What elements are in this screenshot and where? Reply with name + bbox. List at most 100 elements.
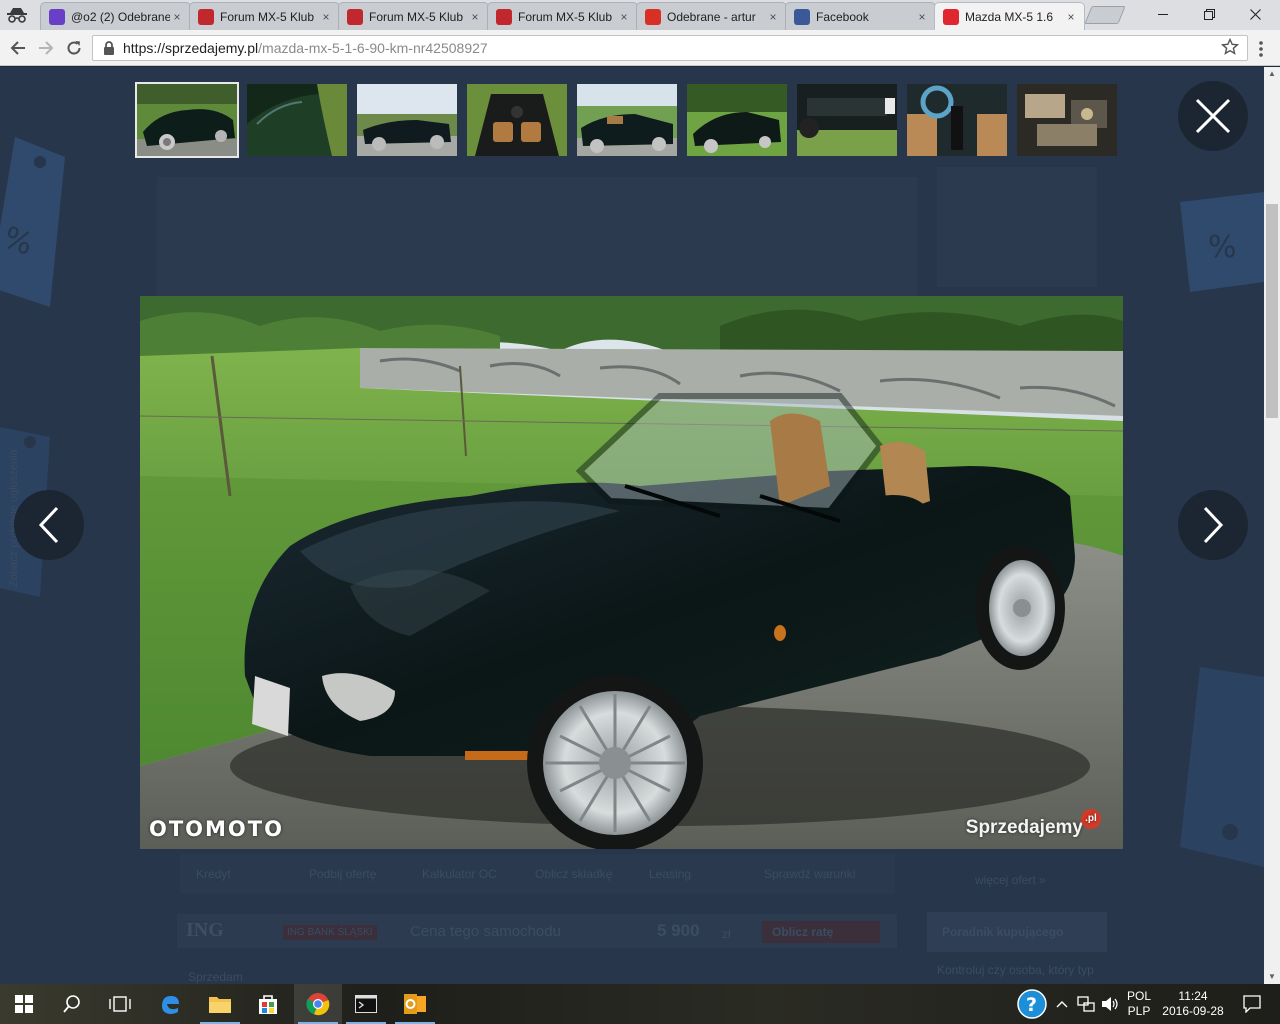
scrollbar-thumb[interactable] [1266,204,1278,418]
tab-close-icon[interactable]: × [170,10,184,24]
thumbnail-3[interactable] [357,84,457,156]
volume-tray-button[interactable] [1098,984,1122,1024]
language-code: POL [1126,989,1151,1003]
thumbnail-4[interactable] [467,84,567,156]
sprzedajemy-watermark-text: Sprzedajemy [965,817,1083,838]
help-question-icon: ? [1017,989,1047,1019]
tab-close-icon[interactable]: × [617,10,631,24]
keyboard-layout-code: PLP [1127,1004,1151,1018]
scroll-down-arrow-icon[interactable]: ▼ [1264,970,1280,984]
background-main-photo [157,177,917,297]
edge-taskbar-button[interactable] [146,984,194,1024]
tab-close-icon[interactable]: × [1064,10,1078,24]
background-tab-3: Kalkulator OC [422,867,497,881]
start-button[interactable] [0,984,48,1024]
network-tray-button[interactable] [1074,984,1098,1024]
menu-icon[interactable] [1258,40,1264,58]
task-view-icon [109,996,131,1012]
lock-icon [104,41,114,55]
file-explorer-taskbar-button[interactable] [196,984,244,1024]
chevron-right-icon [1203,506,1224,544]
bookmark-star-icon[interactable] [1221,38,1239,56]
close-lightbox-button[interactable] [1178,81,1248,151]
background-tab-2: Podbij ofertę [309,867,377,881]
clock[interactable]: 11:24 2016-09-28 [1158,989,1228,1019]
help-tray-button[interactable]: ? [1012,984,1052,1024]
background-tab-1: Kredyt [196,867,231,881]
browser-tab-6[interactable]: Facebook × [785,2,936,30]
chevron-left-icon [38,506,59,544]
previous-photo-button[interactable] [14,490,84,560]
address-bar[interactable]: https://sprzedajemy.pl/mazda-mx-5-1-6-90… [92,35,1248,61]
tray-overflow-button[interactable] [1052,984,1072,1024]
close-window-button[interactable] [1232,0,1278,28]
background-tab-5: Leasing [649,867,692,881]
svg-text:?: ? [1026,994,1037,1016]
reload-button[interactable] [62,36,86,60]
background-side-photo [937,167,1097,287]
close-icon [1195,98,1231,134]
windows-taskbar: ? POL PLP 11:24 2016-09-28 [0,984,1280,1024]
back-button[interactable] [6,36,30,60]
price-value: 5 900 [657,921,700,940]
thumbnail-5[interactable] [577,84,677,156]
tab-close-icon[interactable]: × [319,10,333,24]
tab-close-icon[interactable]: × [766,10,780,24]
browser-tab-1[interactable]: @o2 (2) Odebrane × [40,2,191,30]
minimize-button[interactable] [1140,0,1186,28]
browser-toolbar: https://sprzedajemy.pl/mazda-mx-5-1-6-90… [0,30,1280,66]
new-tab-button[interactable] [1084,6,1126,24]
task-view-button[interactable] [96,984,144,1024]
browser-tab-3[interactable]: Forum MX-5 Klub × [338,2,489,30]
notifications-button[interactable] [1232,984,1272,1024]
browser-tab-5[interactable]: Odebrane - artur × [636,2,787,30]
clock-date: 2016-09-28 [1162,1004,1224,1018]
browser-tab-2[interactable]: Forum MX-5 Klub × [189,2,340,30]
edge-icon [162,996,179,1014]
thumbnail-6[interactable] [687,84,787,156]
o2-icon [49,8,65,25]
input-language-indicator[interactable]: POL PLP [1124,989,1154,1019]
url-host: https://sprzedajemy.pl [123,40,259,56]
mx5-forum-icon [496,8,512,25]
url-text: https://sprzedajemy.pl/mazda-mx-5-1-6-90… [123,40,488,56]
thumbnail-2[interactable] [247,84,347,156]
search-button[interactable] [48,984,96,1024]
thumbnail-9[interactable] [1017,84,1117,156]
guide-title: Poradnik kupującego [942,925,1064,939]
thumbnail-8[interactable] [907,84,1007,156]
outlook-taskbar-button[interactable] [391,984,439,1024]
sprzedajemy-icon [943,8,959,25]
browser-tab-4[interactable]: Forum MX-5 Klub × [487,2,638,30]
chrome-taskbar-button[interactable] [294,984,342,1024]
reload-icon [67,41,81,55]
browser-tab-title: Facebook [816,9,869,24]
browser-tab-7[interactable]: Mazda MX-5 1.6 × [934,2,1085,30]
forward-button[interactable] [34,36,58,60]
network-icon [1077,996,1095,1012]
tab-close-icon[interactable]: × [915,10,929,24]
url-path: /mazda-mx-5-1-6-90-km-nr42508927 [258,40,488,56]
scroll-up-arrow-icon[interactable]: ▲ [1264,67,1280,81]
terminal-icon [355,995,377,1013]
chrome-icon [306,993,330,1016]
price-unit: zł [722,927,731,941]
thumbnail-7[interactable] [797,84,897,156]
sell-label: Sprzedam [188,970,243,984]
svg-text:%: % [1208,230,1237,265]
scissors-tag-decoration [1180,667,1264,867]
thumbnail-1[interactable] [135,82,239,158]
screen: @o2 (2) Odebrane × Forum MX-5 Klub × Forum M… [0,0,1280,1024]
store-taskbar-button[interactable] [244,984,292,1024]
tab-close-icon[interactable]: × [468,10,482,24]
browser-tab-title: Forum MX-5 Klub [369,9,464,24]
close-icon [1249,8,1261,20]
otomoto-watermark: OTOMOTO [149,817,284,841]
page-scrollbar[interactable]: ▲ ▼ [1264,67,1280,984]
arrow-right-icon [39,41,54,55]
restore-button[interactable] [1186,0,1232,28]
lightbox-overlay: % % Kredyt Podbij ofertę Kalkulator OC Obli… [0,67,1264,984]
action-center-icon [1243,995,1261,1013]
next-photo-button[interactable] [1178,490,1248,560]
terminal-taskbar-button[interactable] [342,984,390,1024]
